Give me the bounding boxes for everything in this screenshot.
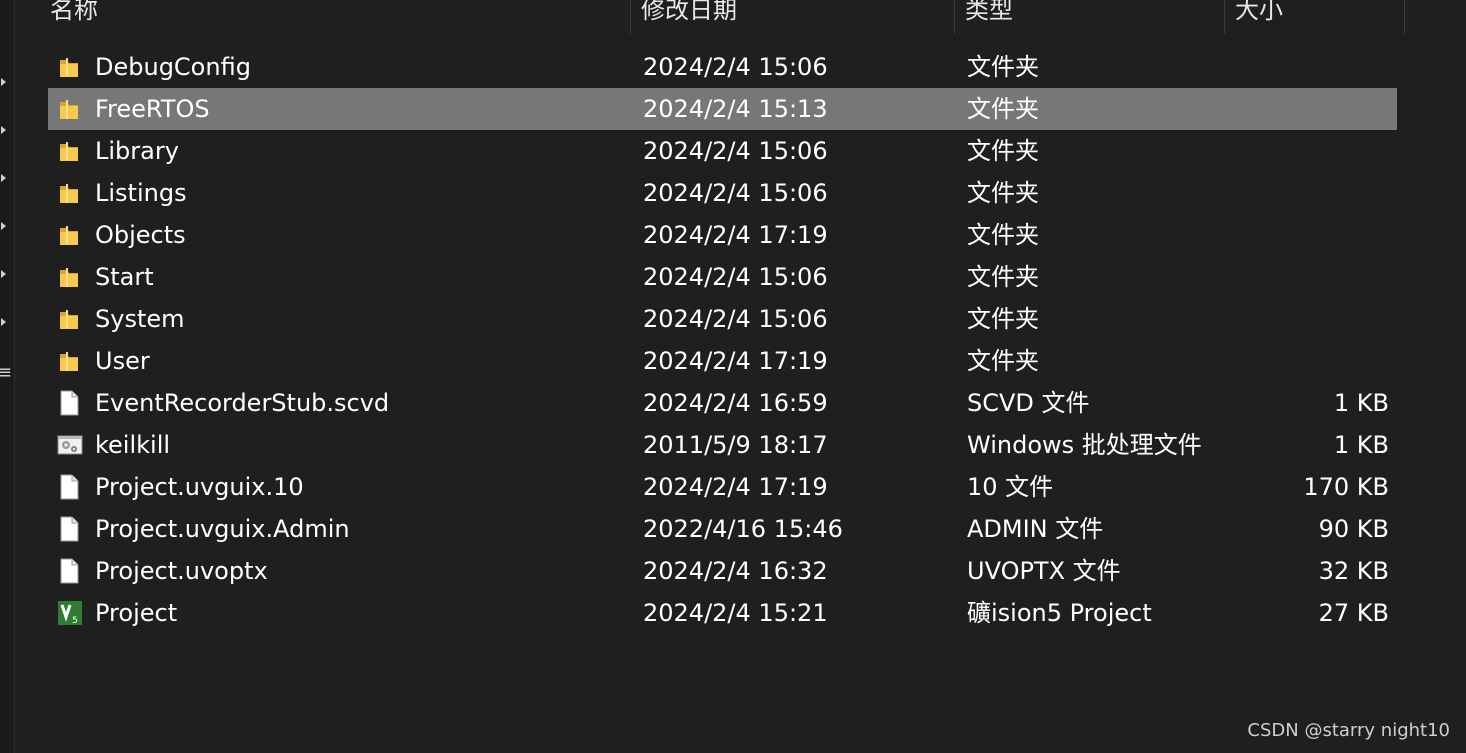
file-type: 文件夹 bbox=[967, 179, 1039, 207]
file-type: Windows 批处理文件 bbox=[967, 431, 1202, 459]
file-name: System bbox=[95, 305, 185, 333]
file-type: ADMIN 文件 bbox=[967, 515, 1104, 543]
file-type: 文件夹 bbox=[967, 95, 1039, 123]
folder-icon bbox=[57, 306, 81, 332]
file-name: FreeRTOS bbox=[95, 95, 210, 123]
folder-icon bbox=[57, 222, 81, 248]
file-modified-date: 2022/4/16 15:46 bbox=[643, 515, 843, 543]
file-modified-date: 2024/2/4 15:06 bbox=[643, 53, 828, 81]
file-size: 90 KB bbox=[1318, 515, 1389, 543]
column-header-bar: 名称 修改日期 类型 大小 bbox=[0, 0, 1466, 34]
file-type: 文件夹 bbox=[967, 263, 1039, 291]
file-row[interactable]: Project.uvguix.Admin 2022/4/16 15:46 ADMIN… bbox=[48, 508, 1397, 550]
file-name: Objects bbox=[95, 221, 186, 249]
file-row[interactable]: Project.uvoptx 2024/2/4 16:32 UVOPTX 文件 32 … bbox=[48, 550, 1397, 592]
file-row[interactable]: System 2024/2/4 15:06 文件夹 bbox=[48, 298, 1397, 340]
file-row[interactable]: Start 2024/2/4 15:06 文件夹 bbox=[48, 256, 1397, 298]
uvision-project-icon: 5 bbox=[57, 600, 82, 626]
expand-arrow-icon[interactable] bbox=[1, 270, 6, 278]
file-modified-date: 2024/2/4 16:59 bbox=[643, 389, 828, 417]
folder-icon bbox=[57, 264, 81, 290]
file-type: 文件夹 bbox=[967, 53, 1039, 81]
file-modified-date: 2024/2/4 16:32 bbox=[643, 557, 828, 585]
file-name: Project.uvguix.10 bbox=[95, 473, 304, 501]
column-header-type[interactable]: 类型 bbox=[955, 0, 1225, 34]
expand-arrow-icon[interactable] bbox=[1, 126, 6, 134]
svg-text:5: 5 bbox=[72, 616, 78, 626]
expand-arrow-icon[interactable] bbox=[1, 318, 6, 326]
folder-icon bbox=[57, 180, 81, 206]
folder-icon bbox=[57, 138, 81, 164]
file-row[interactable]: User 2024/2/4 17:19 文件夹 bbox=[48, 340, 1397, 382]
file-modified-date: 2024/2/4 17:19 bbox=[643, 221, 828, 249]
file-row[interactable]: Listings 2024/2/4 15:06 文件夹 bbox=[48, 172, 1397, 214]
batch-file-icon bbox=[57, 432, 83, 458]
file-row[interactable]: EventRecorderStub.scvd 2024/2/4 16:59 SCVD… bbox=[48, 382, 1397, 424]
file-name: DebugConfig bbox=[95, 53, 251, 81]
folder-icon bbox=[57, 96, 81, 122]
file-name: Project.uvoptx bbox=[95, 557, 268, 585]
file-name: EventRecorderStub.scvd bbox=[95, 389, 390, 417]
file-modified-date: 2024/2/4 17:19 bbox=[643, 347, 828, 375]
file-modified-date: 2024/2/4 15:06 bbox=[643, 263, 828, 291]
expand-arrow-icon[interactable] bbox=[1, 222, 6, 230]
column-header-name[interactable]: 名称 bbox=[40, 0, 631, 34]
file-name: Project bbox=[95, 599, 178, 627]
file-modified-date: 2011/5/9 18:17 bbox=[643, 431, 828, 459]
file-size: 1 KB bbox=[1333, 431, 1389, 459]
file-modified-date: 2024/2/4 15:06 bbox=[643, 137, 828, 165]
file-name: Project.uvguix.Admin bbox=[95, 515, 350, 543]
watermark: CSDN @starry night10 bbox=[1247, 720, 1450, 741]
file-modified-date: 2024/2/4 15:06 bbox=[643, 179, 828, 207]
file-row[interactable]: Project.uvguix.10 2024/2/4 17:19 10 文件 170 … bbox=[48, 466, 1397, 508]
file-modified-date: 2024/2/4 17:19 bbox=[643, 473, 828, 501]
file-row[interactable]: 5 Project 2024/2/4 15:21 礦ision5 Project 27 … bbox=[48, 592, 1397, 634]
file-size: 170 KB bbox=[1303, 473, 1389, 501]
file-modified-date: 2024/2/4 15:13 bbox=[643, 95, 828, 123]
file-modified-date: 2024/2/4 15:21 bbox=[643, 599, 828, 627]
file-type: 文件夹 bbox=[967, 305, 1039, 333]
file-icon bbox=[57, 516, 81, 542]
file-name: Start bbox=[95, 263, 154, 291]
file-type: 文件夹 bbox=[967, 137, 1039, 165]
pane-glyph-icon: ≡ bbox=[0, 362, 13, 383]
column-header-size[interactable]: 大小 bbox=[1225, 0, 1405, 34]
file-name: Library bbox=[95, 137, 179, 165]
file-row[interactable]: DebugConfig 2024/2/4 15:06 文件夹 bbox=[48, 46, 1397, 88]
file-name: User bbox=[95, 347, 150, 375]
file-row[interactable]: Library 2024/2/4 15:06 文件夹 bbox=[48, 130, 1397, 172]
file-modified-date: 2024/2/4 15:06 bbox=[643, 305, 828, 333]
file-type: SCVD 文件 bbox=[967, 389, 1090, 417]
expand-arrow-icon[interactable] bbox=[1, 78, 6, 86]
file-row[interactable]: FreeRTOS 2024/2/4 15:13 文件夹 bbox=[48, 88, 1397, 130]
file-icon bbox=[57, 558, 81, 584]
navigation-pane-edge: ≡ bbox=[0, 0, 15, 753]
file-size: 32 KB bbox=[1318, 557, 1389, 585]
folder-icon bbox=[57, 348, 81, 374]
file-name: keilkill bbox=[95, 431, 171, 459]
folder-icon bbox=[57, 54, 81, 80]
file-type: 文件夹 bbox=[967, 347, 1039, 375]
file-name: Listings bbox=[95, 179, 187, 207]
file-type: 文件夹 bbox=[967, 221, 1039, 249]
file-size: 27 KB bbox=[1318, 599, 1389, 627]
expand-arrow-icon[interactable] bbox=[1, 174, 6, 182]
file-icon bbox=[57, 390, 81, 416]
file-row[interactable]: keilkill 2011/5/9 18:17 Windows 批处理文件 1 KB bbox=[48, 424, 1397, 466]
column-header-date[interactable]: 修改日期 bbox=[631, 0, 955, 34]
file-icon bbox=[57, 474, 81, 500]
file-type: UVOPTX 文件 bbox=[967, 557, 1121, 585]
file-type: 10 文件 bbox=[967, 473, 1054, 501]
file-row[interactable]: Objects 2024/2/4 17:19 文件夹 bbox=[48, 214, 1397, 256]
file-type: 礦ision5 Project bbox=[967, 599, 1152, 627]
file-size: 1 KB bbox=[1333, 389, 1389, 417]
